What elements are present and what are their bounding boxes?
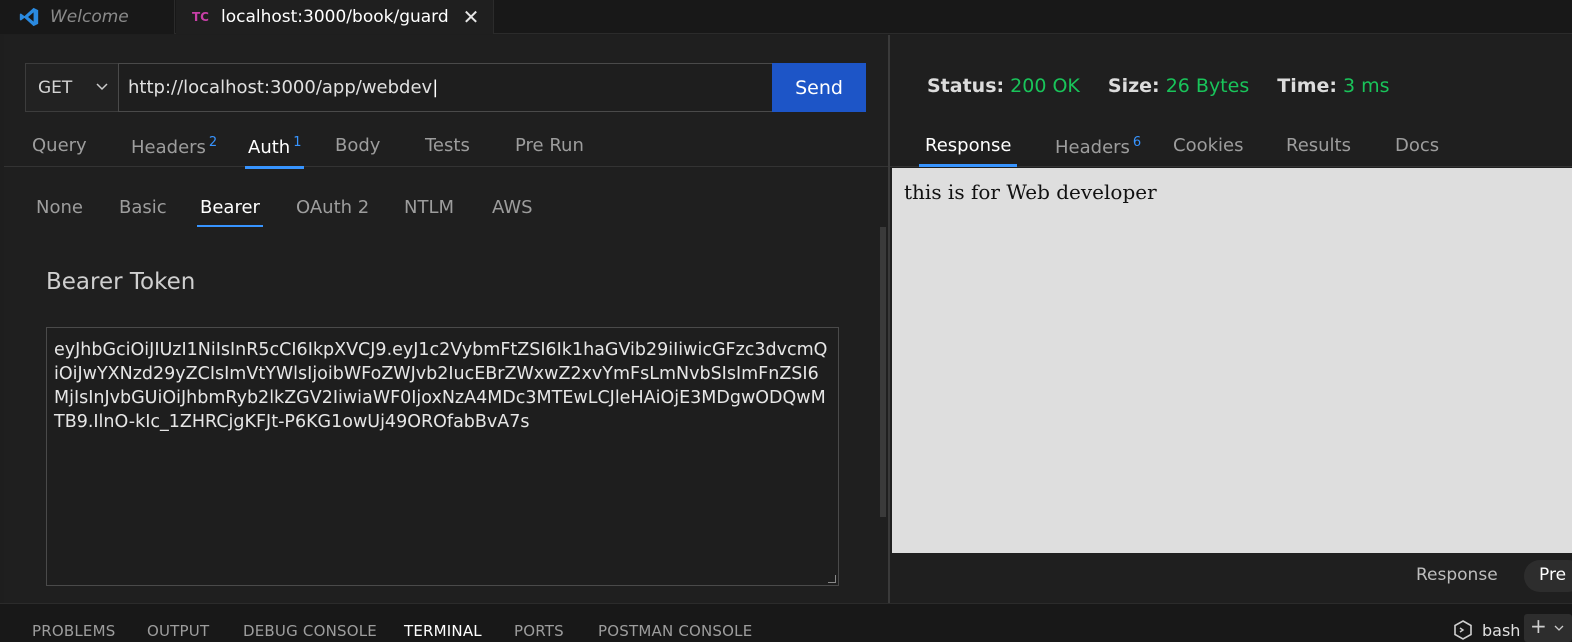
tab-body-label: Body <box>335 135 381 156</box>
bearer-token-input[interactable]: eyJhbGciOiJIUzI1NiIsInR5cCI6IkpXVCJ9.eyJ… <box>46 327 839 586</box>
tab-pre-run-label: Pre Run <box>515 135 584 156</box>
vscode-icon <box>19 7 39 27</box>
resp-tab-results-label: Results <box>1286 135 1351 156</box>
bearer-token-title: Bearer Token <box>46 269 196 295</box>
size-value: 26 Bytes <box>1165 75 1250 97</box>
close-icon[interactable]: ✕ <box>463 5 480 29</box>
panel-tab-bar: PROBLEMS OUTPUT DEBUG CONSOLE TERMINAL P… <box>0 603 1572 642</box>
chevron-down-icon <box>96 83 108 91</box>
editor-tab-bar: Welcome TC localhost:3000/book/guard ✕ <box>0 0 1572 34</box>
tab-body[interactable]: Body <box>335 135 380 156</box>
panel-tab-ports[interactable]: PORTS <box>514 622 564 640</box>
auth-tab-aws[interactable]: AWS <box>492 197 533 218</box>
size-info: Size: 26 Bytes <box>1108 75 1249 97</box>
url-input[interactable]: http://localhost:3000/app/webdev | <box>118 63 774 112</box>
tab-welcome[interactable]: Welcome <box>0 0 175 34</box>
thunder-client-icon: TC <box>192 10 209 24</box>
url-value: http://localhost:3000/app/webdev <box>128 77 433 98</box>
terminal-icon <box>1454 620 1472 640</box>
panel-tab-terminal[interactable]: TERMINAL <box>404 622 482 640</box>
time-label: Time: <box>1277 75 1337 97</box>
auth-type-tabs: None Basic Bearer OAuth 2 NTLM AWS <box>4 193 884 227</box>
time-info: Time: 3 ms <box>1277 75 1389 97</box>
add-terminal-button[interactable]: + <box>1524 614 1572 642</box>
panel-tab-output[interactable]: OUTPUT <box>147 622 209 640</box>
plus-icon: + <box>1530 614 1547 638</box>
time-value: 3 ms <box>1343 75 1390 97</box>
send-button[interactable]: Send <box>772 63 866 112</box>
response-tabs: Response Headers 6 Cookies Results Docs <box>890 127 1572 167</box>
tab-headers[interactable]: Headers 2 <box>131 135 217 158</box>
tab-welcome-label: Welcome <box>50 7 129 27</box>
size-label: Size: <box>1107 75 1160 97</box>
auth-tab-bearer[interactable]: Bearer <box>197 197 263 227</box>
resp-tab-response-label: Response <box>925 135 1012 156</box>
request-tabs: Query Headers 2 Auth 1 Body Tests Pre Run <box>4 127 888 169</box>
tab-headers-label: Headers <box>131 137 206 158</box>
resp-tab-cookies[interactable]: Cookies <box>1173 135 1243 156</box>
terminal-shell-label: bash <box>1482 620 1521 640</box>
status-label: Status: <box>927 75 1005 97</box>
auth-tab-basic[interactable]: Basic <box>119 197 167 218</box>
response-status-line: Status: 200 OK Size: 26 Bytes Time: 3 ms <box>927 75 1390 97</box>
response-view-toggle[interactable]: Response <box>1416 565 1498 585</box>
tab-tests[interactable]: Tests <box>425 135 470 156</box>
resp-tab-response[interactable]: Response <box>918 135 1018 167</box>
resp-tab-headers[interactable]: Headers 6 <box>1055 135 1141 158</box>
auth-tab-none[interactable]: None <box>36 197 83 218</box>
resp-tab-results[interactable]: Results <box>1286 135 1351 156</box>
response-body-text: this is for Web developer <box>904 180 1157 204</box>
resp-tab-docs-label: Docs <box>1395 135 1440 156</box>
tab-query-label: Query <box>32 135 87 156</box>
panel-tab-problems[interactable]: PROBLEMS <box>32 622 115 640</box>
tab-guard-label: localhost:3000/book/guard <box>221 7 449 27</box>
tab-query[interactable]: Query <box>32 135 87 156</box>
tab-tests-label: Tests <box>425 135 470 156</box>
tab-guard[interactable]: TC localhost:3000/book/guard ✕ <box>176 0 494 34</box>
resize-handle-icon[interactable] <box>828 575 836 583</box>
auth-tab-ntlm[interactable]: NTLM <box>404 197 454 218</box>
response-pane: Status: 200 OK Size: 26 Bytes Time: 3 ms… <box>890 35 1572 603</box>
tab-headers-count: 2 <box>208 135 218 150</box>
tab-auth[interactable]: Auth 1 <box>244 135 305 169</box>
method-select[interactable]: GET <box>25 63 121 112</box>
resp-tab-headers-count: 6 <box>1132 135 1142 150</box>
status-value: 200 OK <box>1010 75 1080 97</box>
tab-auth-label: Auth <box>248 137 291 158</box>
request-pane: GET http://localhost:3000/app/webdev | Se… <box>4 35 888 603</box>
chevron-down-icon <box>1554 625 1564 631</box>
resp-tab-docs[interactable]: Docs <box>1395 135 1439 156</box>
resp-tab-cookies-label: Cookies <box>1173 135 1244 156</box>
method-value: GET <box>38 77 73 98</box>
status-info: Status: 200 OK <box>927 75 1080 97</box>
bearer-token-value: eyJhbGciOiJIUzI1NiIsInR5cCI6IkpXVCJ9.eyJ… <box>54 340 828 432</box>
request-scrollbar[interactable] <box>880 227 886 517</box>
tab-auth-count: 1 <box>293 135 302 150</box>
response-body: this is for Web developer <box>892 168 1572 553</box>
auth-tab-oauth2[interactable]: OAuth 2 <box>296 197 369 218</box>
preview-view-toggle[interactable]: Pre <box>1524 560 1572 592</box>
tab-pre-run[interactable]: Pre Run <box>515 135 584 156</box>
resp-tab-headers-label: Headers <box>1055 137 1130 158</box>
panel-tab-postman-console[interactable]: POSTMAN CONSOLE <box>598 622 752 640</box>
terminal-shell-selector[interactable]: bash <box>1452 619 1520 641</box>
panel-tab-debug-console[interactable]: DEBUG CONSOLE <box>243 622 377 640</box>
